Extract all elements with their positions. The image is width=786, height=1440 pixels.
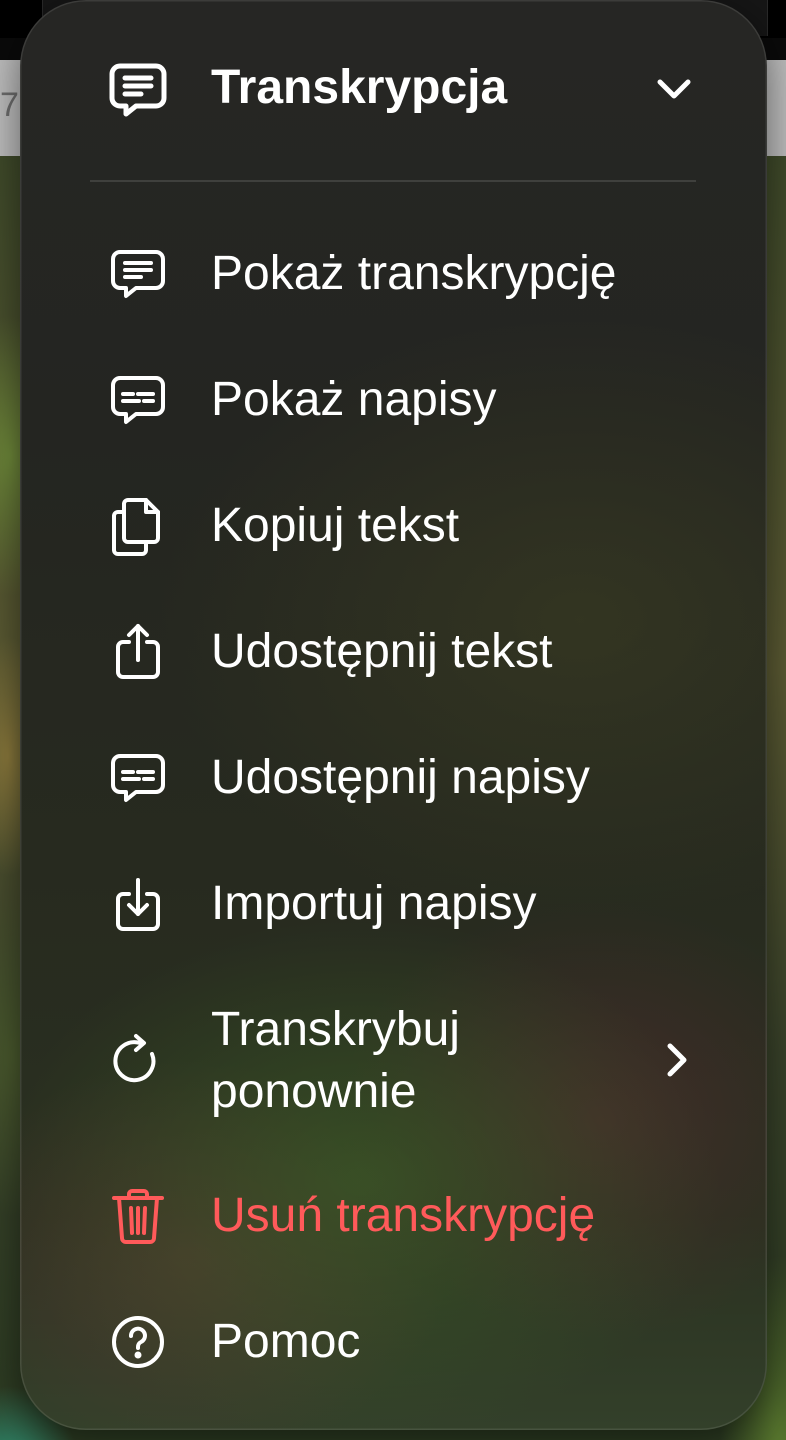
transcript-bubble-icon	[108, 244, 168, 304]
menu-item-label: Pokaż transkrypcję	[211, 247, 617, 300]
menu-item-label: Importuj napisy	[211, 877, 537, 930]
chevron-right-icon	[662, 1040, 692, 1080]
copy-icon	[108, 496, 168, 556]
menu-item-label: Pokaż napisy	[211, 373, 497, 426]
captions-bubble-icon	[108, 748, 168, 808]
background-partial-digit: 7	[0, 86, 19, 124]
context-menu: Transkrypcja Pokaż transkrypcję Pokaż na…	[20, 0, 767, 1430]
menu-header[interactable]: Transkrypcja	[20, 0, 767, 180]
menu-item-label: Transkrybuj ponownie	[211, 1003, 460, 1118]
menu-item-label: Udostępnij napisy	[211, 751, 590, 804]
menu-item-label: Usuń transkrypcję	[211, 1189, 596, 1242]
menu-title: Transkrypcja	[211, 61, 508, 114]
menu-item-share-text[interactable]: Udostępnij tekst	[20, 616, 767, 688]
chevron-down-icon[interactable]	[654, 72, 694, 108]
redo-icon	[108, 1030, 168, 1090]
menu-item-help[interactable]: Pomoc	[20, 1306, 767, 1378]
help-circle-icon	[108, 1312, 168, 1372]
captions-bubble-icon	[108, 370, 168, 430]
menu-item-show-captions[interactable]: Pokaż napisy	[20, 364, 767, 436]
menu-item-label: Pomoc	[211, 1315, 361, 1368]
menu-item-label: Kopiuj tekst	[211, 499, 460, 552]
trash-icon	[108, 1186, 168, 1246]
share-icon	[108, 622, 168, 682]
menu-item-label: Udostępnij tekst	[211, 625, 553, 678]
menu-item-import-captions[interactable]: Importuj napisy	[20, 868, 767, 940]
transcript-bubble-icon	[108, 60, 168, 120]
import-icon	[108, 874, 168, 934]
menu-item-retranscribe[interactable]: Transkrybuj ponownie	[20, 996, 767, 1126]
menu-item-show-transcript[interactable]: Pokaż transkrypcję	[20, 238, 767, 310]
menu-divider	[90, 180, 696, 182]
menu-item-share-captions[interactable]: Udostępnij napisy	[20, 742, 767, 814]
menu-item-copy-text[interactable]: Kopiuj tekst	[20, 490, 767, 562]
menu-item-delete-transcript[interactable]: Usuń transkrypcję	[20, 1180, 767, 1252]
